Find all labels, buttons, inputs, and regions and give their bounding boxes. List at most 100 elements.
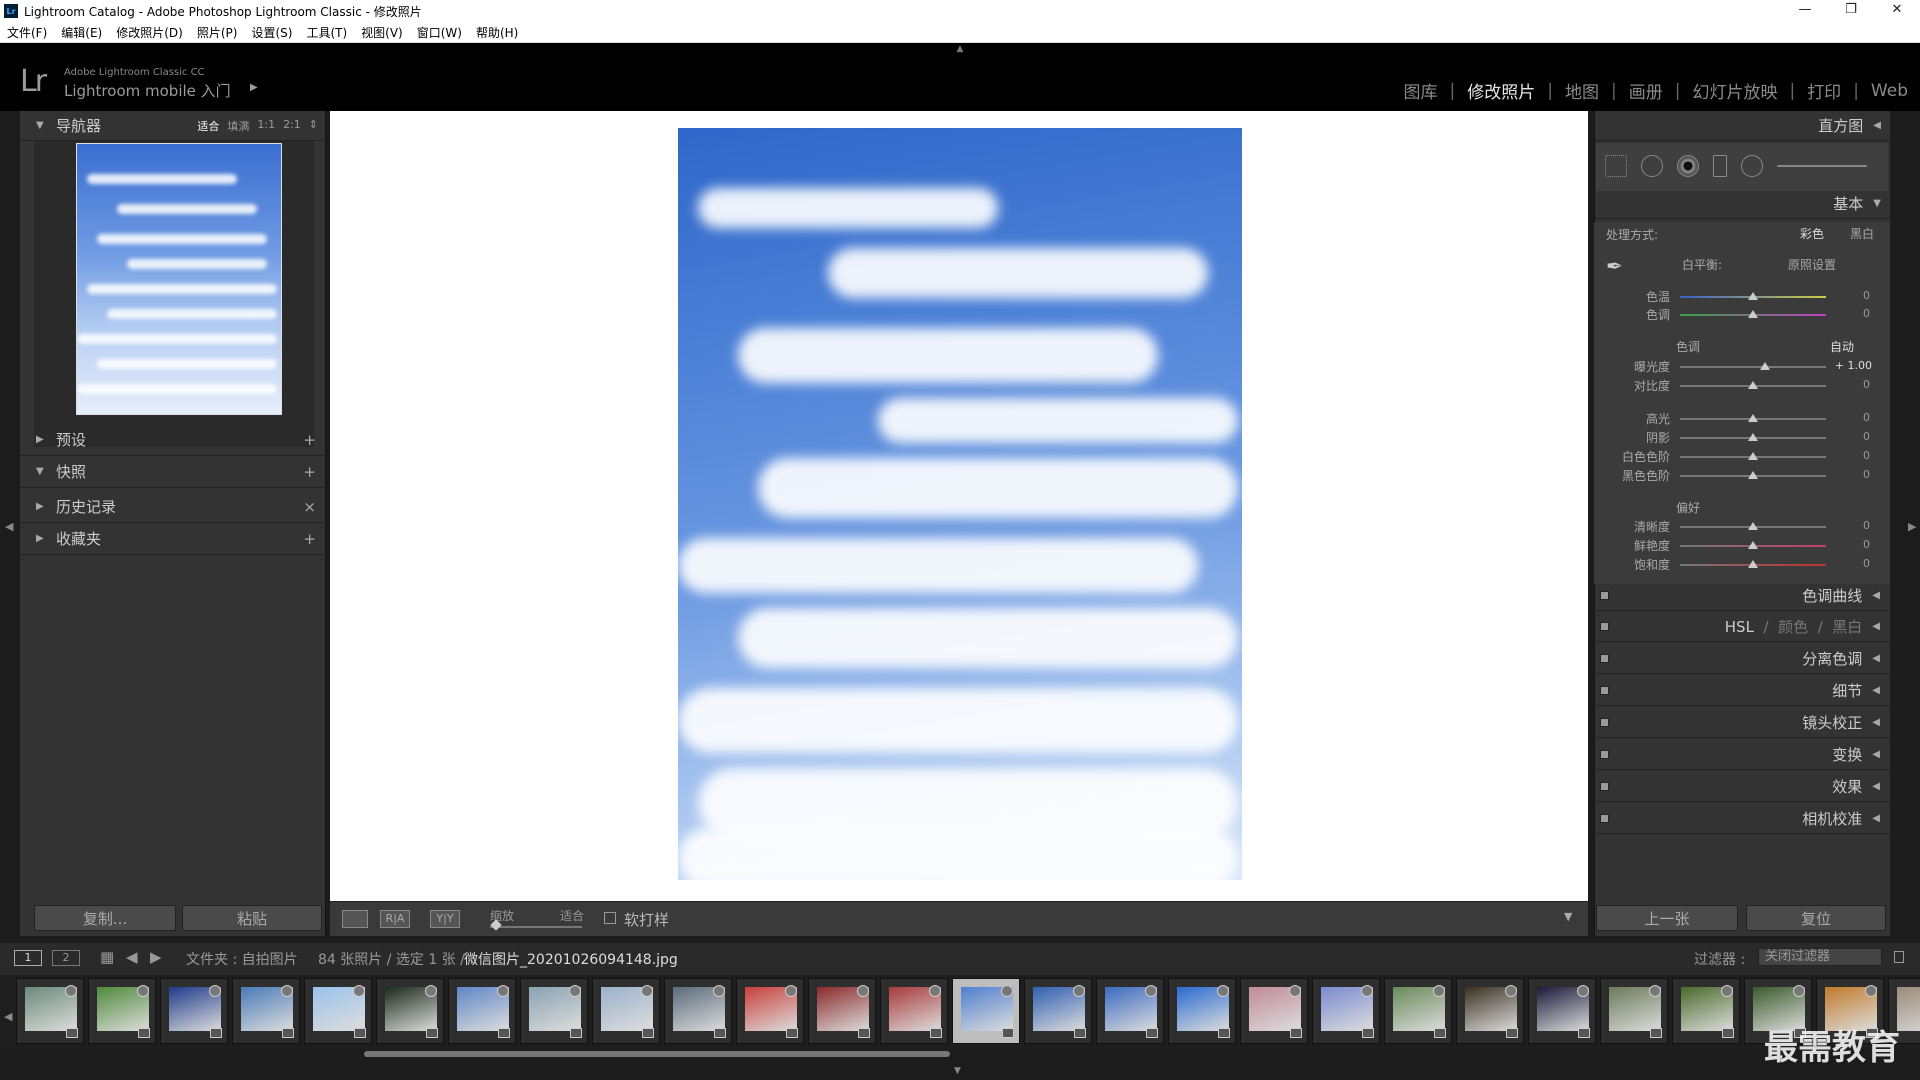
zoom-more-icon[interactable]: ⇕ <box>309 118 318 134</box>
before-after-ra-icon[interactable]: R|A <box>380 910 410 928</box>
filmstrip-left-icon[interactable]: ◀ <box>4 1010 12 1023</box>
spot-removal-icon[interactable] <box>1641 155 1663 177</box>
bottom-panel-toggle-icon[interactable]: ▼ <box>954 1066 961 1076</box>
grid-view-icon[interactable]: ▦ <box>100 948 114 966</box>
panel-switch-icon[interactable] <box>1600 782 1609 791</box>
source-folder[interactable]: 文件夹 : 自拍图片 <box>186 949 298 969</box>
hsl-tab[interactable]: HSL <box>1725 618 1754 636</box>
collections-header[interactable]: ▶ 收藏夹 + <box>20 523 326 555</box>
filmstrip-thumbnail[interactable] <box>808 978 876 1044</box>
histogram-header[interactable]: 直方图 ◀ <box>1595 111 1891 141</box>
clear-history-icon[interactable]: × <box>303 498 316 516</box>
filmstrip-thumbnail[interactable] <box>592 978 660 1044</box>
module-slideshow[interactable]: 幻灯片放映 <box>1692 78 1777 103</box>
red-eye-icon[interactable] <box>1677 155 1699 177</box>
panel-switch-icon[interactable] <box>1600 654 1609 663</box>
filmstrip-thumbnail[interactable] <box>232 978 300 1044</box>
exposure-slider-handle[interactable] <box>1760 362 1770 370</box>
module-develop[interactable]: 修改照片 <box>1467 78 1535 103</box>
zoom-fill-option[interactable]: 填满 <box>227 118 249 134</box>
detail-header[interactable]: 细节 ◀ <box>1594 676 1890 706</box>
menu-tools[interactable]: 工具(T) <box>299 24 354 41</box>
filmstrip-thumbnail[interactable] <box>304 978 372 1044</box>
filter-select[interactable]: 关闭过滤器 <box>1758 948 1882 966</box>
white-balance-select[interactable]: 原照设置 <box>1788 256 1836 273</box>
top-panel-toggle-icon[interactable]: ▲ <box>954 44 966 54</box>
auto-tone-button[interactable]: 自动 <box>1830 338 1854 355</box>
whites-slider-handle[interactable] <box>1748 452 1758 460</box>
menu-help[interactable]: 帮助(H) <box>469 24 525 41</box>
contrast-value[interactable]: 0 <box>1830 378 1870 391</box>
navigator-thumbnail[interactable] <box>76 143 282 415</box>
filmstrip-thumbnail[interactable] <box>1240 978 1308 1044</box>
filmstrip-thumbnail[interactable] <box>376 978 444 1044</box>
snapshots-header[interactable]: ▼ 快照 + <box>20 456 326 488</box>
treatment-color-option[interactable]: 彩色 <box>1800 225 1824 242</box>
filmstrip-thumbnail[interactable] <box>1096 978 1164 1044</box>
hsl-header[interactable]: HSL / 颜色 / 黑白 ◀ <box>1594 612 1890 642</box>
add-collection-icon[interactable]: + <box>303 530 316 548</box>
whites-value[interactable]: 0 <box>1830 449 1870 462</box>
filmstrip-thumbnail[interactable] <box>16 978 84 1044</box>
menu-window[interactable]: 窗口(W) <box>410 24 469 41</box>
main-photo[interactable] <box>678 128 1242 880</box>
forward-arrow-icon[interactable]: ▶ <box>150 948 162 966</box>
highlights-slider-handle[interactable] <box>1748 414 1758 422</box>
module-map[interactable]: 地图 <box>1565 78 1599 103</box>
saturation-value[interactable]: 0 <box>1830 557 1870 570</box>
before-after-yy-icon[interactable]: Y|Y <box>430 910 460 928</box>
shadows-value[interactable]: 0 <box>1830 430 1870 443</box>
filmstrip-thumbnail[interactable] <box>160 978 228 1044</box>
main-window-button[interactable]: 1 <box>14 950 42 966</box>
second-window-button[interactable]: 2 <box>52 950 80 966</box>
minimize-icon[interactable]: — <box>1782 0 1828 22</box>
filter-lock-icon[interactable] <box>1894 951 1904 963</box>
copy-settings-button[interactable]: 复制... <box>34 905 176 931</box>
filmstrip-thumbnail[interactable] <box>664 978 732 1044</box>
filmstrip-thumbnail[interactable] <box>1528 978 1596 1044</box>
left-panel-toggle-icon[interactable]: ◀ <box>5 520 13 533</box>
saturation-slider-handle[interactable] <box>1748 560 1758 568</box>
close-icon[interactable]: ✕ <box>1874 0 1920 22</box>
panel-switch-icon[interactable] <box>1600 718 1609 727</box>
menu-settings[interactable]: 设置(S) <box>244 24 299 41</box>
calibration-header[interactable]: 相机校准 ◀ <box>1594 804 1890 834</box>
panel-switch-icon[interactable] <box>1600 814 1609 823</box>
menu-develop[interactable]: 修改照片(D) <box>109 24 190 41</box>
split-toning-header[interactable]: 分离色调 ◀ <box>1594 644 1890 674</box>
filmstrip-thumbnail[interactable] <box>736 978 804 1044</box>
panel-switch-icon[interactable] <box>1600 622 1609 631</box>
menu-file[interactable]: 文件(F) <box>0 24 54 41</box>
panel-switch-icon[interactable] <box>1600 591 1609 600</box>
filmstrip-thumbnail[interactable] <box>1384 978 1452 1044</box>
exposure-value[interactable]: + 1.00 <box>1832 359 1872 372</box>
module-print[interactable]: 打印 <box>1807 78 1841 103</box>
menu-photo[interactable]: 照片(P) <box>190 24 245 41</box>
filmstrip-thumbnail[interactable] <box>1024 978 1092 1044</box>
tint-slider-handle[interactable] <box>1748 310 1758 318</box>
panel-switch-icon[interactable] <box>1600 686 1609 695</box>
filmstrip-thumbnail[interactable] <box>880 978 948 1044</box>
filmstrip-thumbnail[interactable] <box>1672 978 1740 1044</box>
filmstrip-thumbnail[interactable] <box>1168 978 1236 1044</box>
basic-header[interactable]: 基本 ▼ <box>1595 189 1891 219</box>
highlights-value[interactable]: 0 <box>1830 411 1870 424</box>
transform-header[interactable]: 变换 ◀ <box>1594 740 1890 770</box>
zoom-fit-option[interactable]: 适合 <box>197 118 219 134</box>
tone-curve-header[interactable]: 色调曲线 ◀ <box>1594 581 1890 611</box>
filmstrip-thumbnail[interactable] <box>88 978 156 1044</box>
history-header[interactable]: ▶ 历史记录 × <box>20 491 326 523</box>
exposure-slider[interactable] <box>1680 366 1826 368</box>
vibrance-value[interactable]: 0 <box>1830 538 1870 551</box>
tint-value[interactable]: 0 <box>1830 307 1870 320</box>
clarity-slider-handle[interactable] <box>1748 522 1758 530</box>
vibrance-slider-handle[interactable] <box>1748 541 1758 549</box>
filmstrip-thumbnail[interactable] <box>1600 978 1668 1044</box>
menu-edit[interactable]: 编辑(E) <box>54 24 109 41</box>
previous-button[interactable]: 上一张 <box>1596 905 1738 931</box>
filmstrip-scrollbar[interactable] <box>364 1051 950 1057</box>
filmstrip-thumbnail[interactable] <box>520 978 588 1044</box>
filmstrip-thumbnail[interactable] <box>1312 978 1380 1044</box>
treatment-bw-option[interactable]: 黑白 <box>1850 225 1874 242</box>
contrast-slider-handle[interactable] <box>1748 381 1758 389</box>
